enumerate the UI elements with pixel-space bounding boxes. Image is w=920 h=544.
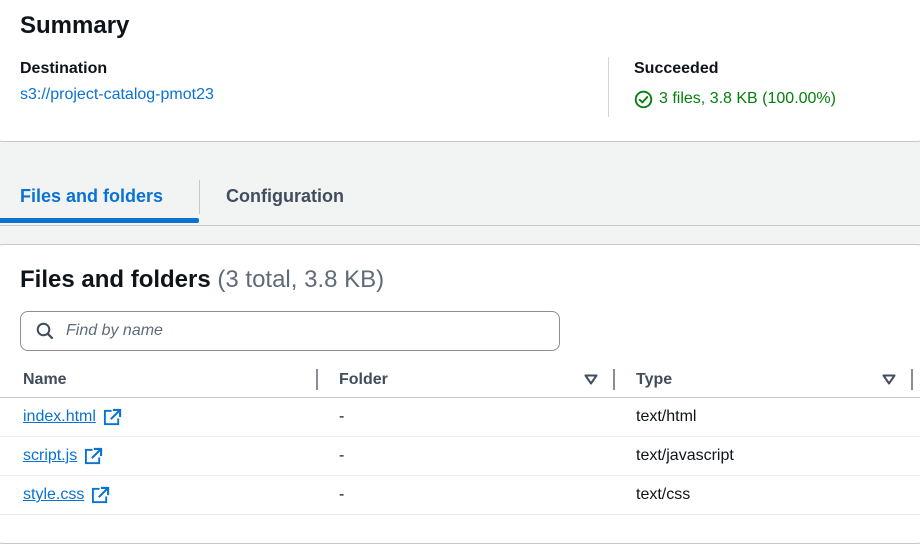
column-resizer[interactable] [613,369,615,390]
search-input[interactable] [64,321,528,341]
column-header-name[interactable]: Name [23,360,67,397]
table-row: script.js - text/javascript [0,437,920,476]
caret-down-icon[interactable] [584,374,598,385]
file-type: text/css [636,486,691,503]
tab-separator [199,180,200,214]
caret-down-icon[interactable] [882,374,896,385]
status-text: 3 files, 3.8 KB (100.00%) [659,90,836,107]
search-box[interactable] [20,311,560,351]
table-row: style.css - text/css [0,476,920,515]
summary-divider [608,57,609,117]
table-row: index.html - text/html [0,398,920,437]
file-folder: - [339,447,345,464]
file-name: index.html [23,408,96,425]
summary-title: Summary [20,12,130,39]
active-tab-indicator [0,218,199,223]
file-folder: - [339,408,345,425]
status-value: 3 files, 3.8 KB (100.00%) [634,88,836,110]
check-circle-icon [634,90,653,108]
external-link-icon [85,447,103,464]
destination-link[interactable]: s3://project-catalog-pmot23 [20,84,214,106]
status-label: Succeeded [634,60,719,77]
column-header-type[interactable]: Type [636,360,672,397]
column-header-folder[interactable]: Folder [339,360,388,397]
tab-configuration[interactable]: Configuration [226,170,344,224]
file-type: text/html [636,408,697,425]
search-icon [36,322,54,340]
file-link[interactable]: index.html [23,398,122,436]
files-count: (3 total, 3.8 KB) [217,266,385,293]
file-link[interactable]: style.css [23,476,110,514]
column-resizer[interactable] [911,369,913,390]
files-title-text: Files and folders [20,266,211,293]
external-link-icon [103,408,122,425]
tab-files-and-folders[interactable]: Files and folders [20,170,163,224]
file-link[interactable]: script.js [23,437,103,475]
file-name: script.js [23,447,78,464]
tab-bar: Files and folders Configuration [0,170,920,226]
file-folder: - [339,486,345,503]
files-section-title: Files and folders (3 total, 3.8 KB) [20,264,384,296]
file-type: text/javascript [636,447,734,464]
external-link-icon [92,486,110,503]
file-name: style.css [23,486,85,503]
destination-label: Destination [20,60,108,77]
column-resizer[interactable] [316,369,318,390]
summary-card [0,0,920,142]
table-header: Name Folder Type [0,360,920,398]
